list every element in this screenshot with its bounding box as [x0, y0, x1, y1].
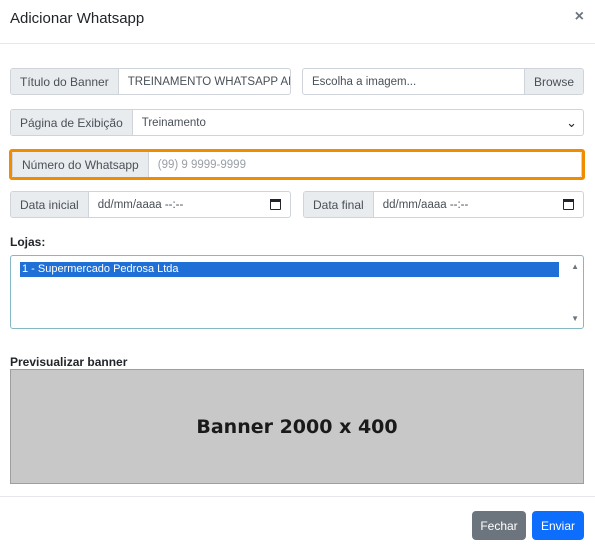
data-final-label: Data final — [304, 192, 374, 217]
banner-preview-text: Banner 2000 x 400 — [196, 415, 398, 438]
data-final-input[interactable]: dd/mm/aaaa --:-- — [374, 192, 583, 217]
data-inicial-group: Data inicial dd/mm/aaaa --:-- — [10, 191, 291, 218]
image-file-placeholder[interactable]: Escolha a imagem... — [303, 69, 524, 94]
close-icon[interactable]: × — [575, 8, 584, 26]
chevron-down-icon: ⌄ — [566, 114, 577, 130]
titulo-group: Título do Banner TREINAMENTO WHATSAPP AP… — [10, 68, 291, 95]
lojas-label: Lojas: — [10, 235, 46, 249]
browse-button[interactable]: Browse — [523, 69, 583, 94]
data-final-group: Data final dd/mm/aaaa --:-- — [303, 191, 584, 218]
focus-highlight — [9, 149, 585, 180]
calendar-icon[interactable] — [563, 199, 574, 210]
titulo-input[interactable]: TREINAMENTO WHATSAPP APLICATIVO — [119, 69, 290, 94]
data-inicial-label: Data inicial — [11, 192, 89, 217]
calendar-icon[interactable] — [270, 199, 281, 210]
pagina-select-value: Treinamento — [141, 116, 206, 129]
modal-header: Adicionar Whatsapp × — [0, 0, 595, 44]
data-final-value: dd/mm/aaaa --:-- — [382, 198, 469, 211]
pagina-select[interactable]: Treinamento ⌄ — [133, 110, 583, 135]
modal-title: Adicionar Whatsapp — [10, 10, 145, 27]
scroll-down-icon[interactable]: ▼ — [571, 314, 579, 323]
data-inicial-value: dd/mm/aaaa --:-- — [97, 198, 184, 211]
data-inicial-input[interactable]: dd/mm/aaaa --:-- — [89, 192, 290, 217]
pagina-group: Página de Exibição Treinamento ⌄ — [10, 109, 584, 136]
pagina-label: Página de Exibição — [11, 110, 133, 135]
preview-label: Previsualizar banner — [10, 355, 128, 369]
enviar-button[interactable]: Enviar — [532, 511, 584, 540]
image-file-input[interactable]: Escolha a imagem... Browse — [302, 68, 584, 95]
lojas-multiselect[interactable]: 1 - Supermercado Pedrosa Ltda ▲ ▼ — [10, 255, 584, 329]
titulo-label: Título do Banner — [11, 69, 119, 94]
fechar-button[interactable]: Fechar — [472, 511, 526, 540]
lojas-option[interactable]: 1 - Supermercado Pedrosa Ltda — [20, 262, 559, 277]
scroll-up-icon[interactable]: ▲ — [571, 262, 579, 271]
modal-footer: Fechar Enviar — [0, 496, 595, 545]
banner-preview: Banner 2000 x 400 — [10, 369, 584, 484]
